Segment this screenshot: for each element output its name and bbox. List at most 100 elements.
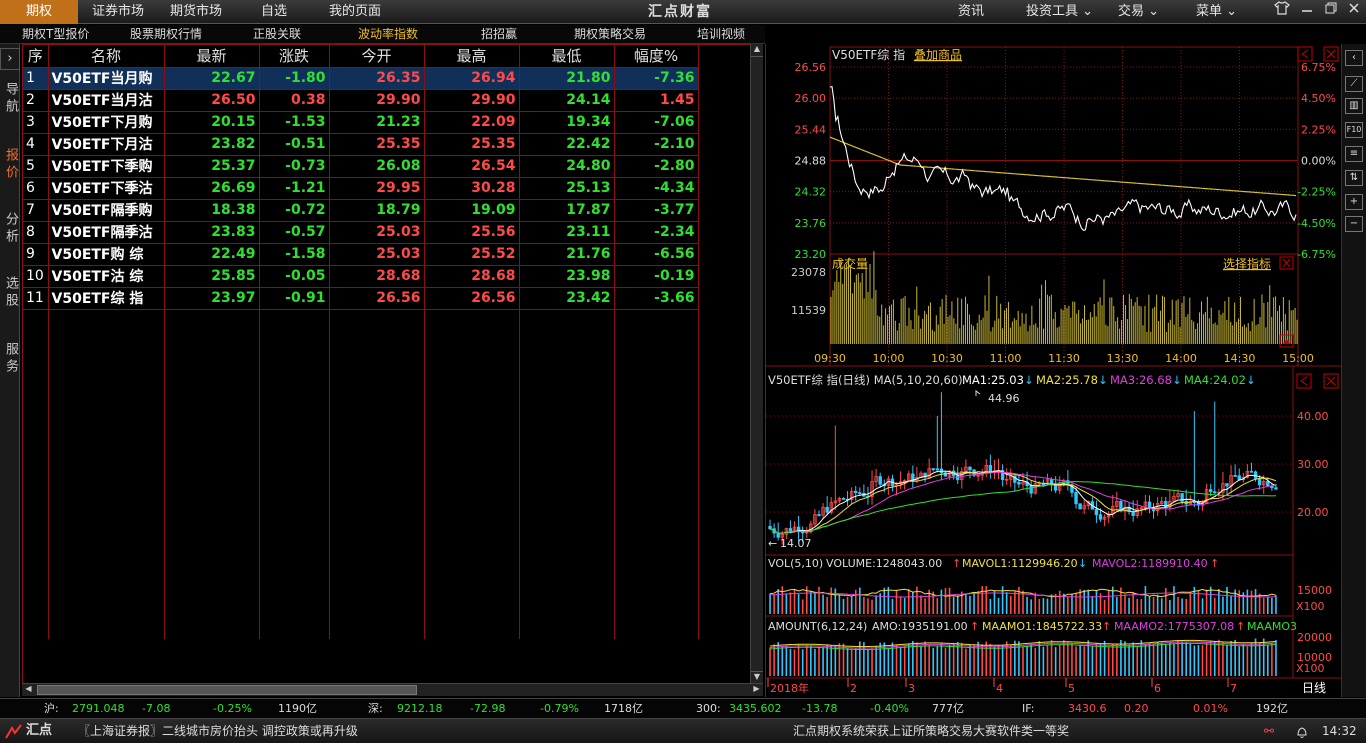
zoom-out-icon[interactable]: − <box>1345 216 1363 232</box>
sz-label: 深: <box>368 702 383 715</box>
table-row[interactable]: 4 V50ETF下月沽 23.82 -0.51 25.35 25.35 22.42 -2.10 <box>23 133 699 156</box>
nav-guide-label: 导航 <box>3 82 18 116</box>
horizontal-scrollbar[interactable]: ◀ ▶ <box>22 683 763 696</box>
empty-row <box>23 595 699 617</box>
tab-stock-options[interactable]: 股票期权行情 <box>130 25 202 44</box>
restore-icon[interactable] <box>1320 0 1342 24</box>
tab-volatility-index[interactable]: 波动率指数 <box>358 25 418 44</box>
scroll-up-icon[interactable]: ▲ <box>751 44 763 57</box>
pct-tick: -2.25% <box>1297 186 1336 199</box>
scroll-right-icon[interactable]: ▶ <box>750 684 763 696</box>
period-label[interactable]: 日线 <box>1302 681 1326 695</box>
daily-tick: 20.00 <box>1297 506 1329 519</box>
menu-invest-tools[interactable]: 投资工具 ⌄ <box>1026 0 1093 24</box>
table-row[interactable]: 8 V50ETF隔季沽 23.83 -0.57 25.03 25.56 23.11 -2.34 <box>23 221 699 244</box>
candle-body <box>854 490 858 494</box>
sz-change: -72.98 <box>470 702 506 715</box>
col-high[interactable]: 最高 <box>424 45 520 68</box>
col-name[interactable]: 名称 <box>48 45 165 68</box>
menu-trade[interactable]: 交易 ⌄ <box>1118 0 1159 24</box>
overlay-button[interactable]: 叠加商品 <box>914 47 962 62</box>
nav-analysis[interactable]: 分析 <box>0 212 20 253</box>
scroll-thumb[interactable] <box>37 685 417 695</box>
amount-title: AMOUNT(6,12,24) <box>768 620 867 633</box>
f10-icon[interactable]: F10 <box>1345 122 1363 138</box>
table-row[interactable]: 7 V50ETF隔季购 18.38 -0.72 18.79 19.09 17.87 -3.77 <box>23 199 699 222</box>
zoom-in-icon[interactable]: + <box>1345 194 1363 210</box>
scroll-left-icon[interactable]: ◀ <box>22 684 35 696</box>
vertical-scrollbar[interactable]: ▲ ▼ <box>750 44 763 684</box>
date-label: 4 <box>996 682 1003 695</box>
tab-strategy-trade[interactable]: 期权策略交易 <box>574 25 646 44</box>
date-label: 7 <box>1230 682 1237 695</box>
shirt-icon[interactable] <box>1271 0 1293 24</box>
table-row[interactable]: 10 V50ETF沽 综 25.85 -0.05 28.68 28.68 23.98 -0.1… <box>23 265 699 288</box>
table-row[interactable]: 5 V50ETF下季购 25.37 -0.73 26.08 26.54 24.80 -2.80 <box>23 155 699 178</box>
row-last: 25.85 <box>164 265 260 288</box>
table-row[interactable]: 2 V50ETF当月沽 26.50 0.38 29.90 29.90 24.14 1.45 <box>23 89 699 112</box>
tab-underlying[interactable]: 正股关联 <box>253 25 301 44</box>
chart-canvas[interactable]: V50ETF综 指 叠加商品 26.56 26.00 25.44 24.88 24.32… <box>766 44 1341 697</box>
col-low[interactable]: 最低 <box>519 45 615 68</box>
table-row[interactable]: 3 V50ETF下月购 20.15 -1.53 21.23 22.09 19.34 -7.06 <box>23 111 699 134</box>
row-change: -0.91 <box>259 287 330 310</box>
nav-guide[interactable]: 导航 <box>0 82 20 123</box>
nav-stock-pick[interactable]: 选股 <box>0 276 20 317</box>
line-chart-icon[interactable]: ⟋ <box>1345 76 1363 92</box>
tab-futures-market[interactable]: 期货市场 <box>160 0 232 24</box>
select-indicator-button[interactable]: 选择指标 <box>1223 256 1271 271</box>
link-icon[interactable]: ⚯ <box>1264 719 1274 743</box>
candle-body <box>1249 470 1254 473</box>
candle-body <box>1213 491 1217 494</box>
candle-chart-icon[interactable]: ▥ <box>1345 98 1363 114</box>
tab-training-video[interactable]: 培训视频 <box>697 25 745 44</box>
if-label: IF: <box>1022 702 1035 715</box>
table-row[interactable]: 1 V50ETF当月购 22.67 -1.80 26.35 26.94 21.80 -7.36 <box>23 67 699 90</box>
col-open[interactable]: 今开 <box>329 45 425 68</box>
mavol1-arrow-icon: ↓ <box>1078 557 1087 570</box>
date-label: 6 <box>1154 682 1161 695</box>
menu-news[interactable]: 资讯 <box>958 0 984 24</box>
daily-collapse-icon[interactable] <box>1296 373 1312 389</box>
tab-zhaozhaoying[interactable]: 招招赢 <box>481 25 517 44</box>
nav-quote[interactable]: 报价 <box>0 148 20 189</box>
menu-main[interactable]: 菜单 ⌄ <box>1196 0 1237 24</box>
col-change[interactable]: 涨跌 <box>259 45 330 68</box>
news-notice[interactable]: 汇点期权系统荣获上证所策略交易大赛软件类一等奖 <box>793 719 1069 743</box>
news-headline[interactable]: 〖上海证券报〗二线城市房价抬头 调控政策或再升级 <box>78 719 358 743</box>
tab-options[interactable]: 期权 <box>0 0 78 24</box>
tab-watchlist[interactable]: 自选 <box>248 0 300 24</box>
candle-body <box>1017 481 1021 485</box>
candle-body <box>841 497 846 500</box>
minimize-icon[interactable] <box>1296 0 1318 24</box>
col-last[interactable]: 最新 <box>164 45 260 68</box>
table-row[interactable]: 9 V50ETF购 综 22.49 -1.58 25.03 25.52 21.76 -6.56 <box>23 243 699 266</box>
row-change: -1.21 <box>259 177 330 200</box>
price-tick: 23.76 <box>795 217 827 230</box>
empty-row <box>23 529 699 551</box>
empty-row <box>23 309 699 331</box>
candle-body <box>858 492 862 495</box>
close-icon[interactable] <box>1343 0 1365 24</box>
tab-my-page[interactable]: 我的页面 <box>316 0 394 24</box>
row-seq: 6 <box>23 177 49 200</box>
row-pct: -6.56 <box>614 243 699 266</box>
ma1-arrow-icon: ↓ <box>1024 373 1034 387</box>
row-name: V50ETF下月沽 <box>48 133 165 156</box>
list-icon[interactable]: ≡ <box>1345 146 1363 162</box>
cursor-icon[interactable]: ⇅ <box>1345 170 1363 186</box>
nav-service[interactable]: 服务 <box>0 342 20 383</box>
col-seq[interactable]: 序 <box>23 45 49 68</box>
expand-nav-icon[interactable]: › <box>0 48 20 70</box>
expand-right-icon[interactable]: ‹ <box>1345 50 1363 66</box>
table-row[interactable]: 11 V50ETF综 指 23.97 -0.91 26.56 26.56 23.42 -3.6… <box>23 287 699 310</box>
col-pct[interactable]: 幅度% <box>614 45 699 68</box>
bell-icon[interactable] <box>1295 719 1309 743</box>
row-name: V50ETF沽 综 <box>48 265 165 288</box>
candle-body <box>1094 508 1099 516</box>
row-open: 25.03 <box>329 221 425 244</box>
tab-securities-market[interactable]: 证券市场 <box>82 0 154 24</box>
table-row[interactable]: 6 V50ETF下季沽 26.69 -1.21 29.95 30.28 25.13 -4.34 <box>23 177 699 200</box>
daily-close-icon[interactable] <box>1323 373 1339 389</box>
tab-t-quote[interactable]: 期权T型报价 <box>22 25 89 44</box>
